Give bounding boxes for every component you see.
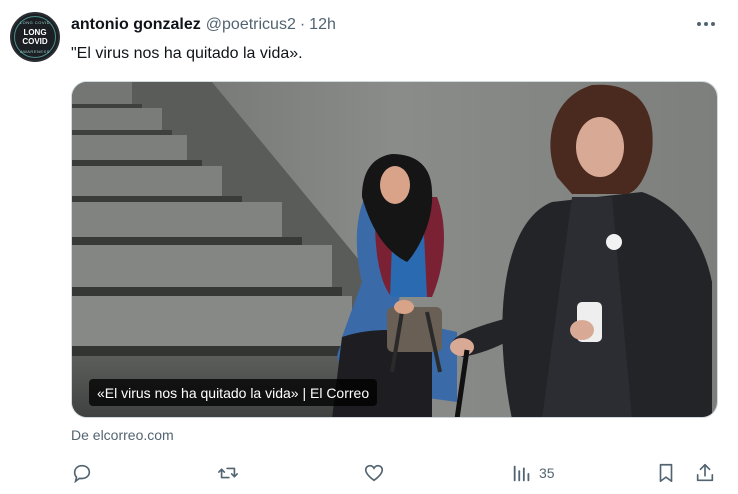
share-icon: [696, 463, 714, 482]
tweet-actions: 35: [71, 458, 721, 488]
header-separator: ·: [299, 16, 306, 33]
avatar-ring-top-text: LONG COVID: [19, 20, 51, 25]
tweet-header: antonio gonzalez @poetricus2 · 12h: [71, 14, 336, 36]
card-caption: «El virus nos ha quitado la vida» | El C…: [89, 379, 378, 406]
heart-icon: [364, 464, 384, 482]
more-button[interactable]: [694, 14, 718, 34]
tweet-time[interactable]: 12h: [309, 16, 336, 34]
avatar-line-1: LONG: [23, 28, 47, 37]
avatar-line-2: COVID: [22, 37, 48, 46]
card-source[interactable]: De elcorreo.com: [71, 427, 174, 443]
retweet-icon: [218, 467, 238, 479]
bookmark-button[interactable]: [655, 458, 677, 488]
views-button[interactable]: 35: [511, 458, 555, 488]
like-button[interactable]: [363, 458, 385, 488]
card-image: [72, 82, 717, 417]
more-dots-icon: [697, 22, 715, 26]
reply-icon: [73, 464, 91, 484]
avatar-ring-bottom-text: AWARENESS: [20, 49, 50, 54]
bookmark-icon: [659, 463, 673, 483]
tweet-text: "El virus nos ha quitado la vida».: [71, 45, 303, 62]
author-handle[interactable]: @poetricus2: [206, 16, 296, 34]
avatar-logo: LONG COVID LONG COVID AWARENESS: [14, 16, 56, 58]
reply-button[interactable]: [71, 458, 93, 488]
share-button[interactable]: [694, 458, 716, 488]
views-chart-icon: [513, 465, 530, 482]
views-count: 35: [539, 465, 555, 481]
avatar[interactable]: LONG COVID LONG COVID AWARENESS: [10, 12, 60, 62]
link-card[interactable]: «El virus nos ha quitado la vida» | El C…: [71, 81, 718, 418]
retweet-button[interactable]: [217, 458, 239, 488]
author-name[interactable]: antonio gonzalez: [71, 16, 201, 34]
